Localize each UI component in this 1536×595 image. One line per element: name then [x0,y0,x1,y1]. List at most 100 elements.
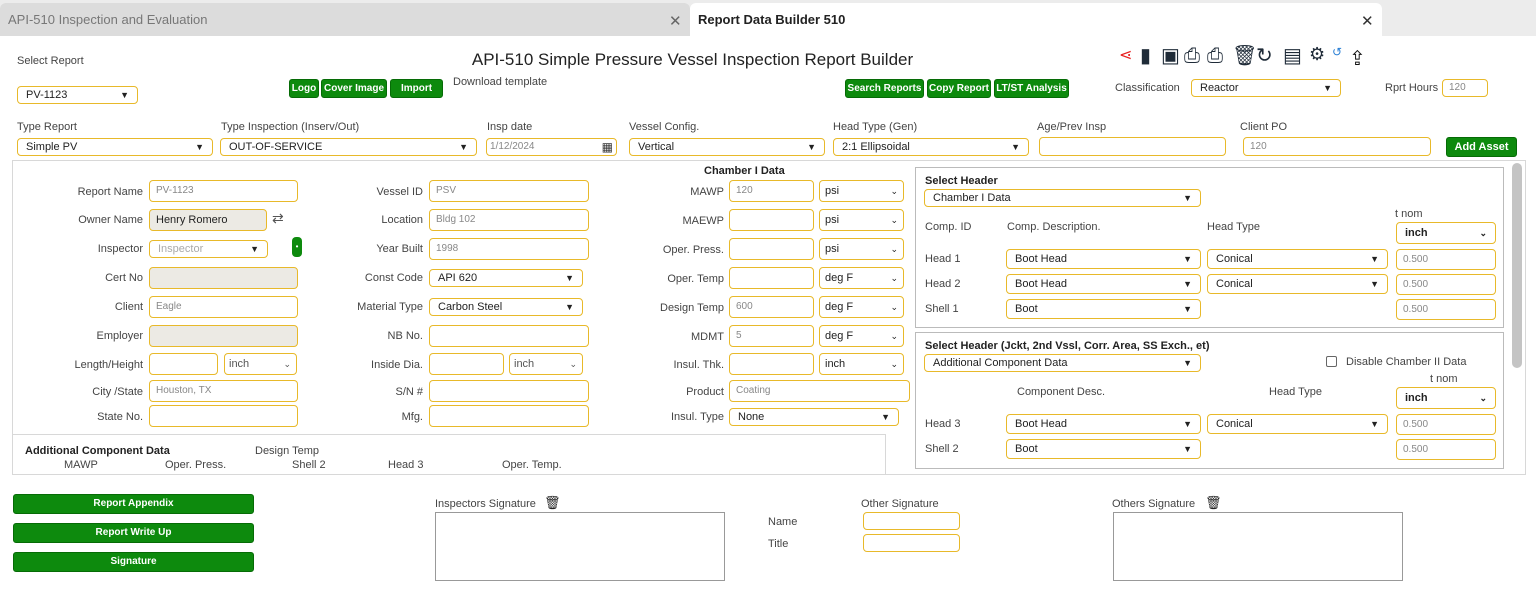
download-template-link[interactable]: Download template [453,76,547,88]
report-appendix-button[interactable]: Report Appendix [13,494,254,514]
comp-desc-dropdown[interactable]: Boot Head ▼ [1006,249,1201,269]
tab-report-data-builder[interactable]: Report Data Builder 510 [690,3,1382,36]
print-form-icon[interactable]: ⎙ [1207,44,1223,68]
comp-desc-dropdown[interactable]: Boot ▼ [1006,299,1201,319]
calendar-icon[interactable]: ▦ [602,139,613,155]
tab-inspection-evaluation[interactable]: API-510 Inspection and Evaluation [0,3,690,36]
type-report-dropdown[interactable]: Simple PV ▼ [17,138,213,156]
nb-no-input[interactable] [429,325,589,347]
product-input[interactable]: Coating [729,380,910,402]
signature-title-input[interactable] [863,534,960,552]
mdmt-unit-select[interactable]: deg F ⌄ [819,325,904,347]
add-asset-button[interactable]: Add Asset [1446,137,1517,157]
inside-dia-input[interactable] [429,353,504,375]
oper-press-input[interactable] [729,238,814,260]
vessel-config-dropdown[interactable]: Vertical ▼ [629,138,825,156]
head-type-dropdown[interactable]: Conical ▼ [1207,274,1388,294]
city-input[interactable]: Houston, TX [149,380,298,402]
import-button[interactable]: Import [390,79,443,98]
mawp-unit-select[interactable]: psi ⌄ [819,180,904,202]
age-prev-input[interactable] [1039,137,1226,156]
year-built-input[interactable]: 1998 [429,238,589,260]
design-temp-unit-select[interactable]: deg F ⌄ [819,296,904,318]
t-nom-input[interactable]: 0.500 [1396,414,1496,435]
gear-icon[interactable]: ⚙ [1309,42,1325,66]
signature-button[interactable]: Signature [13,552,254,572]
t-nom-input[interactable]: 0.500 [1396,439,1496,460]
client-po-input[interactable]: 120 [1243,137,1431,156]
tnom-unit-select[interactable]: inch ⌄ [1396,387,1496,409]
material-type-dropdown[interactable]: Carbon Steel ▼ [429,298,583,316]
head-type-dropdown[interactable]: Conical ▼ [1207,414,1388,434]
t-nom-input[interactable]: 0.500 [1396,299,1496,320]
inspectors-signature-pad[interactable] [435,512,725,581]
insul-type-dropdown[interactable]: None ▼ [729,408,899,426]
sn-input[interactable] [429,380,589,402]
const-code-dropdown[interactable]: API 620 ▼ [429,269,583,287]
select-header-2-dropdown[interactable]: Additional Component Data ▼ [924,354,1201,372]
tnom-unit-select[interactable]: inch ⌄ [1396,222,1496,244]
logo-button[interactable]: Logo [289,79,319,98]
refresh-icon[interactable]: ↻ [1256,44,1273,68]
cover-image-button[interactable]: Cover Image [321,79,387,98]
insp-date-input[interactable]: 1/12/2024 ▦ [486,138,617,156]
close-icon[interactable]: ✕ [1361,12,1374,30]
maewp-input[interactable] [729,209,814,231]
oper-temp-unit-select[interactable]: deg F ⌄ [819,267,904,289]
scrollbar-thumb[interactable] [1512,163,1522,368]
report-name-input[interactable]: PV-1123 [149,180,298,202]
search-reports-button[interactable]: Search Reports [845,79,924,98]
print-icon[interactable]: ⎙ [1184,44,1200,68]
insul-thk-unit-select[interactable]: inch ⌄ [819,353,904,375]
share-icon[interactable]: ⋖ [1119,44,1132,68]
inspector-dropdown[interactable]: Inspector ▼ [149,240,268,258]
trash-icon[interactable]: 🗑 [1232,44,1257,68]
book-icon[interactable]: ▤ [1283,44,1302,68]
swap-icon[interactable]: ⇄ [272,210,284,227]
copy-report-button[interactable]: Copy Report [927,79,991,98]
inside-dia-unit-select[interactable]: inch ⌄ [509,353,583,375]
oper-temp-input[interactable] [729,267,814,289]
head-type-dropdown[interactable]: 2:1 Ellipsoidal ▼ [833,138,1029,156]
new-file-icon[interactable]: ▮ [1140,44,1151,68]
location-input[interactable]: Bldg 102 [429,209,589,231]
oper-press-unit-select[interactable]: psi ⌄ [819,238,904,260]
mawp-input[interactable]: 120 [729,180,814,202]
report-write-up-button[interactable]: Report Write Up [13,523,254,543]
mdmt-input[interactable]: 5 [729,325,814,347]
state-no-input[interactable] [149,405,298,427]
close-icon[interactable]: ✕ [669,12,682,30]
signature-name-input[interactable] [863,512,960,530]
type-inspection-dropdown[interactable]: OUT-OF-SERVICE ▼ [220,138,477,156]
client-input[interactable]: Eagle [149,296,298,318]
save-icon[interactable]: ▣ [1161,44,1180,68]
others-signature-pad[interactable] [1113,512,1403,581]
head-type-dropdown[interactable]: Conical ▼ [1207,249,1388,269]
t-nom-input[interactable]: 0.500 [1396,274,1496,295]
lt-st-analysis-button[interactable]: LT/ST Analysis [994,79,1069,98]
add-inspector-button[interactable]: • [292,237,302,257]
history-icon[interactable]: ↺ [1332,40,1342,64]
disable-chamber-ii-checkbox[interactable] [1326,356,1337,367]
insul-thk-input[interactable] [729,353,814,375]
owner-name-input[interactable]: Henry Romero [149,209,267,231]
trash-icon[interactable]: 🗑 [1205,495,1222,511]
upload-icon[interactable]: ⇪ [1349,47,1366,71]
vessel-id-input[interactable]: PSV [429,180,589,202]
mfg-input[interactable] [429,405,589,427]
employer-input[interactable] [149,325,298,347]
design-temp-input[interactable]: 600 [729,296,814,318]
select-report-dropdown[interactable]: PV-1123 ▼ [17,86,138,104]
select-header-dropdown[interactable]: Chamber I Data ▼ [924,189,1201,207]
rprt-hours-input[interactable]: 120 [1442,79,1488,97]
t-nom-input[interactable]: 0.500 [1396,249,1496,270]
length-input[interactable] [149,353,218,375]
trash-icon[interactable]: 🗑 [544,495,561,511]
cert-no-input[interactable] [149,267,298,289]
classification-dropdown[interactable]: Reactor ▼ [1191,79,1341,97]
length-unit-select[interactable]: inch ⌄ [224,353,297,375]
comp-desc-dropdown[interactable]: Boot Head ▼ [1006,274,1201,294]
comp-desc-dropdown[interactable]: Boot Head ▼ [1006,414,1201,434]
maewp-unit-select[interactable]: psi ⌄ [819,209,904,231]
comp-desc-dropdown[interactable]: Boot ▼ [1006,439,1201,459]
